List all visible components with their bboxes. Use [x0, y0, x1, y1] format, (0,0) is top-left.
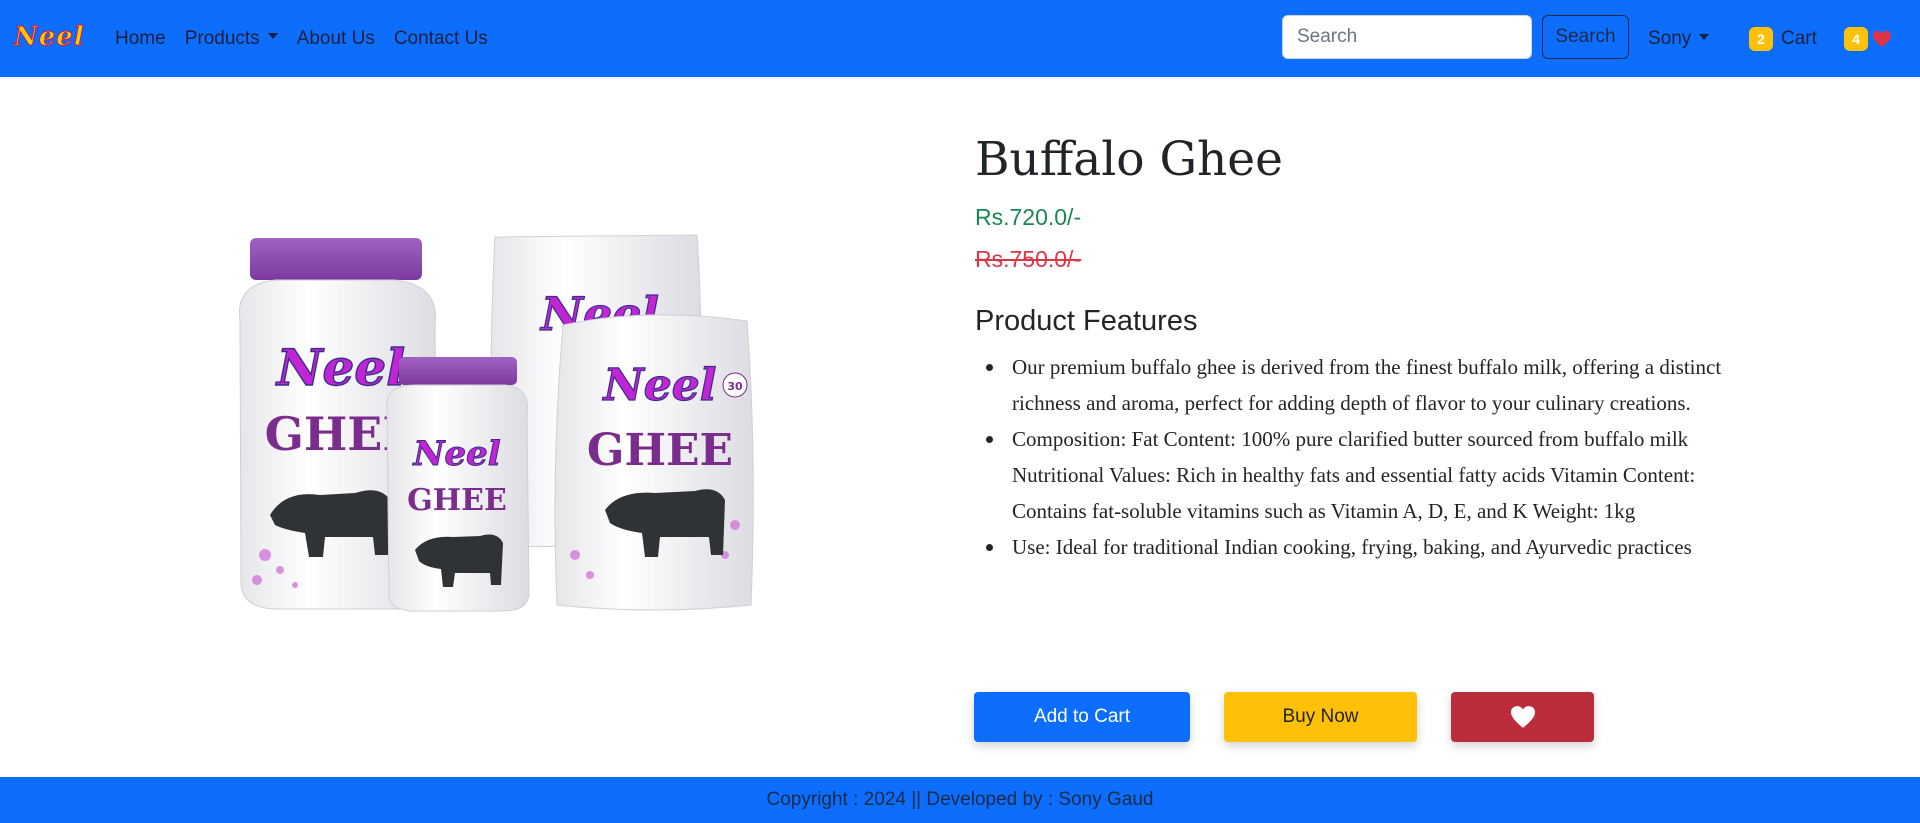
nav-about-link[interactable]: About Us: [297, 28, 375, 50]
add-to-wishlist-button[interactable]: [1451, 692, 1594, 742]
product-title: Buffalo Ghee: [975, 132, 1283, 187]
feature-item: Use: Ideal for traditional Indian cookin…: [986, 529, 1742, 565]
footer: Copyright : 2024 || Developed by : Sony …: [0, 777, 1920, 823]
small-jar-brand-text: Neel: [412, 434, 500, 474]
footer-copyright: Copyright : 2024 || Developed by : Sony …: [766, 789, 1154, 810]
nav-products-label: Products: [184, 27, 260, 49]
front-pouch-product-text: GHEE: [587, 425, 733, 476]
user-name: Sony: [1648, 27, 1692, 49]
product-old-price: Rs.750.0/-: [975, 246, 1082, 272]
nav-home-link[interactable]: Home: [115, 28, 166, 50]
user-menu-dropdown[interactable]: Sony: [1648, 0, 1710, 77]
product-price: Rs.720.0/-: [975, 204, 1082, 230]
cart-label: Cart: [1781, 27, 1817, 49]
chevron-down-icon: [1699, 33, 1710, 40]
front-pouch-badge-text: 30: [727, 380, 743, 393]
nav-contact-link[interactable]: Contact Us: [394, 28, 488, 50]
feature-item: Composition: Fat Content: 100% pure clar…: [986, 421, 1742, 529]
cart-count-badge: 2: [1749, 26, 1773, 51]
heart-icon: [1510, 706, 1535, 728]
heart-icon: [1873, 30, 1891, 47]
wishlist-count-badge: 4: [1844, 26, 1868, 51]
feature-item: Our premium buffalo ghee is derived from…: [986, 349, 1742, 421]
search-input[interactable]: [1282, 15, 1532, 59]
buy-now-button[interactable]: Buy Now: [1224, 692, 1417, 742]
front-pouch-brand-text: Neel: [602, 360, 717, 411]
jar-brand-text: Neel: [275, 338, 405, 397]
search-button[interactable]: Search: [1542, 15, 1629, 59]
nav-links: Home Products About Us Contact Us: [115, 0, 488, 77]
product-image: Neel Neel GHEE Neel GHEE Neel GHEE 30: [238, 234, 754, 612]
small-jar-product-text: GHEE: [407, 483, 507, 518]
features-heading: Product Features: [975, 305, 1198, 337]
add-to-cart-button[interactable]: Add to Cart: [974, 692, 1190, 742]
chevron-down-icon: [267, 33, 278, 40]
nav-products-dropdown[interactable]: Products: [185, 28, 278, 50]
brand-logo-text: Neel: [14, 22, 85, 53]
brand-logo[interactable]: Neel: [14, 22, 86, 53]
cart-link[interactable]: 2 Cart: [1749, 0, 1817, 77]
jar-lid: [250, 238, 422, 280]
features-list: Our premium buffalo ghee is derived from…: [986, 349, 1742, 565]
navbar: Neel Home Products About Us Contact Us S…: [0, 0, 1920, 77]
wishlist-link[interactable]: 4: [1844, 0, 1892, 77]
